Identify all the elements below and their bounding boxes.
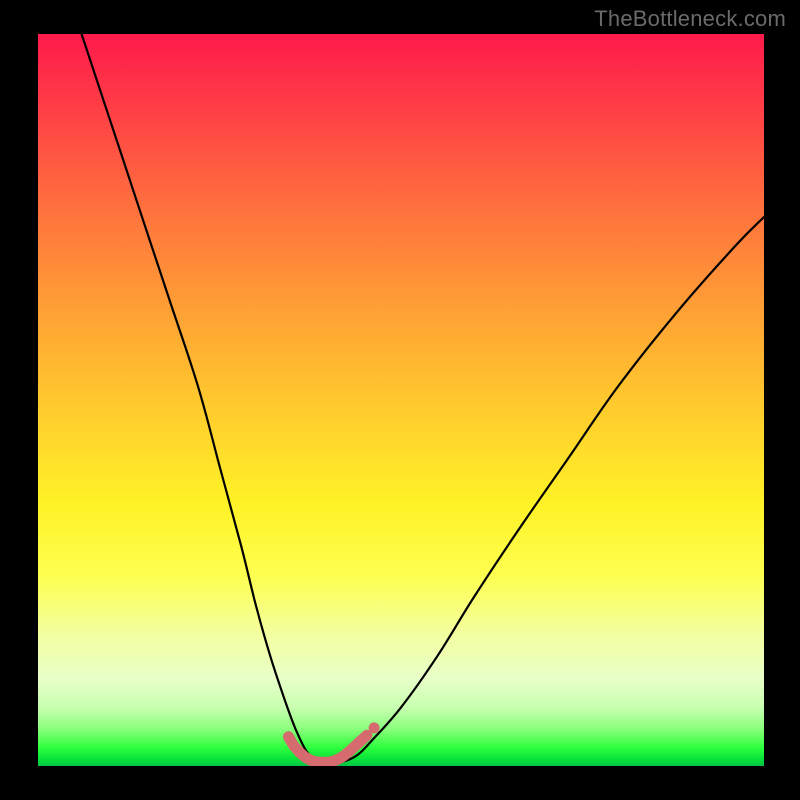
chart-frame: TheBottleneck.com [0,0,800,800]
chart-plot-area [38,34,764,766]
chart-svg [38,34,764,766]
watermark-text: TheBottleneck.com [594,6,786,32]
minimum-marker-dot [369,722,380,733]
bottleneck-curve [82,34,764,763]
